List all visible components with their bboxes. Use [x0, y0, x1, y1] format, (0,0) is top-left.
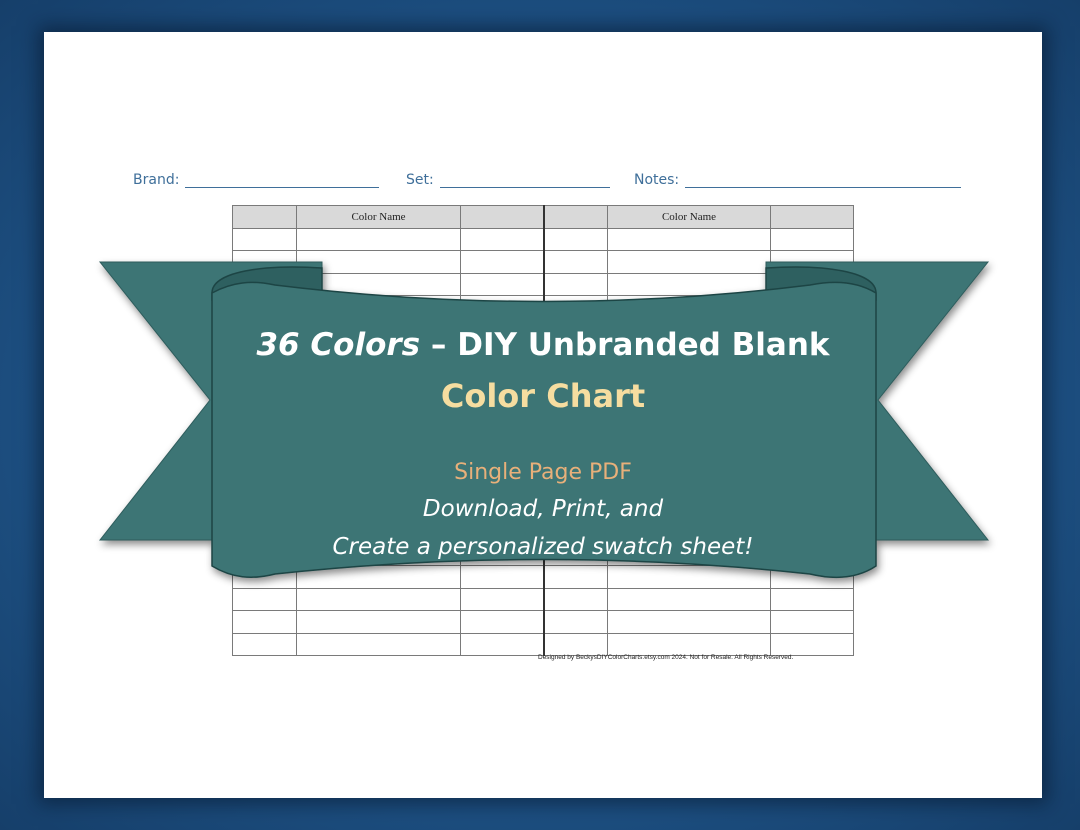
banner-title-rest: – DIY Unbranded Blank: [420, 327, 830, 363]
banner-title-italic: 36 Colors: [256, 327, 421, 363]
banner-subtitle: Color Chart: [440, 377, 646, 415]
banner-format-line: Single Page PDF: [454, 460, 632, 485]
banner-tagline: Create a personalized swatch sheet!: [332, 534, 754, 560]
banner-title: 36 Colors – DIY Unbranded Blank: [210, 327, 876, 363]
ribbon-banner: [98, 261, 990, 579]
banner-instructions-line: Download, Print, and: [422, 496, 664, 522]
